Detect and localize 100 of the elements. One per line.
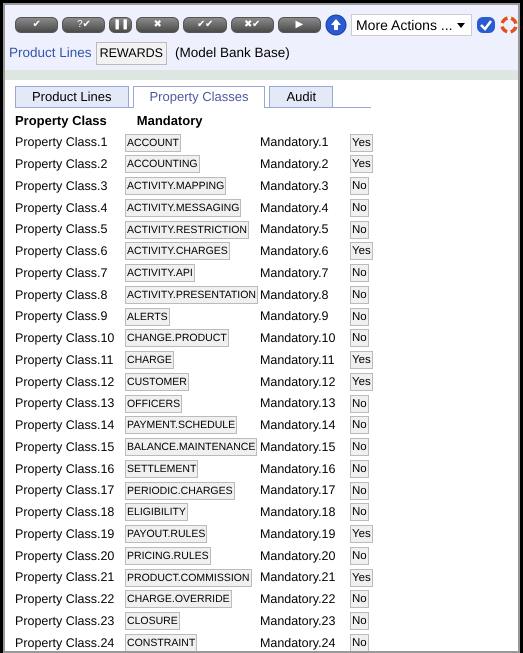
field-label: Property Class.5 (15, 221, 108, 238)
field-value: No (350, 198, 369, 217)
field-label: Mandatory.3 (260, 178, 330, 195)
field-label: Property Class.7 (15, 264, 108, 282)
field-label: Mandatory.14 (260, 417, 336, 434)
toolbar-button[interactable]: ▶ (278, 17, 322, 33)
upload-icon[interactable] (325, 14, 348, 36)
field-value: No (350, 177, 369, 196)
field-value: No (350, 546, 369, 565)
field-label: Property Class.3 (15, 178, 108, 195)
field-value: No (350, 416, 369, 434)
field-label: Property Class.2 (15, 156, 108, 173)
field-label: Mandatory.17 (260, 482, 336, 500)
field-label: Property Class.23 (15, 612, 116, 630)
field-value: CONSTRAINT (125, 634, 198, 651)
field-value: No (350, 503, 369, 522)
field-label: Property Class.1 (15, 134, 108, 152)
field-value: ALERTS (125, 308, 170, 326)
field-value: No (350, 590, 369, 608)
field-label: Property Class.11 (15, 352, 114, 369)
field-label: Mandatory.19 (260, 526, 336, 543)
toolbar-button[interactable]: ✔ (15, 17, 58, 33)
toolbar-button[interactable]: ✔✔ (183, 17, 227, 33)
field-label: Property Class.8 (15, 286, 108, 304)
field-label: Mandatory.2 (260, 156, 330, 173)
field-value: ACTIVITY.RESTRICTION (125, 220, 249, 239)
field-value: No (350, 482, 369, 500)
field-value: ELIGIBILITY (125, 503, 188, 522)
record-note: (Model Bank Base) (175, 44, 290, 62)
field-label: Mandatory.9 (260, 308, 330, 326)
field-value: ACCOUNT (125, 134, 181, 152)
field-value: No (350, 612, 369, 630)
field-value: SETTLEMENT (125, 460, 198, 478)
field-value: CLOSURE (125, 612, 180, 630)
field-value: No (350, 438, 369, 456)
field-value: Yes (350, 134, 373, 152)
field-value: PAYMENT.SCHEDULE (125, 416, 238, 434)
field-value: ACTIVITY.MESSAGING (125, 198, 242, 217)
field-value: ACTIVITY.MAPPING (125, 177, 226, 196)
field-label: Mandatory.8 (260, 286, 330, 304)
field-label: Mandatory.10 (260, 330, 336, 347)
toolbar-button[interactable]: ?✔ (62, 17, 106, 33)
field-label: Property Class.19 (15, 526, 116, 543)
field-value: PRICING.RULES (125, 546, 211, 565)
field-value: CHANGE.PRODUCT (125, 329, 229, 348)
field-label: Mandatory.16 (260, 460, 336, 478)
field-label: Property Class.21 (15, 569, 116, 586)
field-label: Mandatory.7 (260, 264, 330, 282)
caret-icon (456, 22, 465, 28)
tab[interactable]: Product Lines (15, 86, 128, 107)
field-label: Mandatory.11 (260, 352, 336, 369)
field-label: Property Class.13 (15, 395, 116, 412)
field-value: Yes (350, 242, 373, 260)
field-label: Mandatory.24 (260, 634, 336, 651)
field-label: Mandatory.6 (260, 243, 330, 260)
field-value: CHARGE.OVERRIDE (125, 590, 232, 608)
field-label: Mandatory.1 (260, 134, 330, 152)
actions-dropdown[interactable]: More Actions ... (351, 14, 472, 36)
toolbar-button[interactable]: ❚❚ (109, 17, 132, 33)
field-value: OFFICERS (125, 394, 182, 413)
field-label: Property Class.4 (15, 200, 108, 217)
field-label: Mandatory.4 (260, 200, 330, 217)
check-icon[interactable] (476, 15, 496, 35)
column-header: Mandatory (136, 112, 202, 130)
field-value: Yes (350, 568, 373, 587)
field-label: Property Class.9 (15, 308, 108, 326)
field-value: PAYOUT.RULES (125, 525, 208, 544)
help-icon[interactable] (500, 16, 518, 34)
field-value: No (350, 220, 369, 239)
field-value: No (350, 286, 369, 304)
field-label: Property Class.12 (15, 374, 116, 391)
page-title: Product Lines (9, 44, 92, 62)
field-value: Yes (350, 351, 373, 370)
record-id: REWARDS (96, 42, 167, 65)
field-value: No (350, 460, 369, 478)
field-value: ACCOUNTING (125, 155, 200, 174)
toolbar-button[interactable]: ✖✔ (230, 17, 274, 33)
field-value: Yes (350, 155, 373, 174)
field-label: Property Class.6 (15, 243, 108, 260)
field-value: ACTIVITY.CHARGES (125, 242, 230, 260)
field-value: BALANCE.MAINTENANCE (125, 438, 258, 456)
field-label: Property Class.10 (15, 330, 116, 347)
field-label: Property Class.17 (15, 482, 116, 500)
field-value: No (350, 264, 369, 282)
field-label: Property Class.16 (15, 460, 116, 478)
field-value: PERIODIC.CHARGES (125, 482, 235, 500)
field-label: Property Class.22 (15, 591, 116, 608)
field-label: Property Class.14 (15, 417, 116, 434)
field-value: CUSTOMER (125, 372, 189, 391)
field-label: Mandatory.21 (260, 569, 336, 586)
tab[interactable]: Audit (269, 86, 334, 107)
field-value: ACTIVITY.PRESENTATION (125, 286, 258, 304)
tab[interactable]: Property Classes (132, 86, 266, 108)
field-value: No (350, 329, 369, 348)
field-label: Property Class.18 (15, 504, 116, 521)
field-label: Property Class.20 (15, 548, 116, 565)
field-label: Mandatory.20 (260, 548, 336, 565)
field-value: ACTIVITY.API (125, 264, 195, 282)
toolbar-button[interactable]: ✖ (136, 17, 180, 33)
field-label: Mandatory.18 (260, 504, 336, 521)
